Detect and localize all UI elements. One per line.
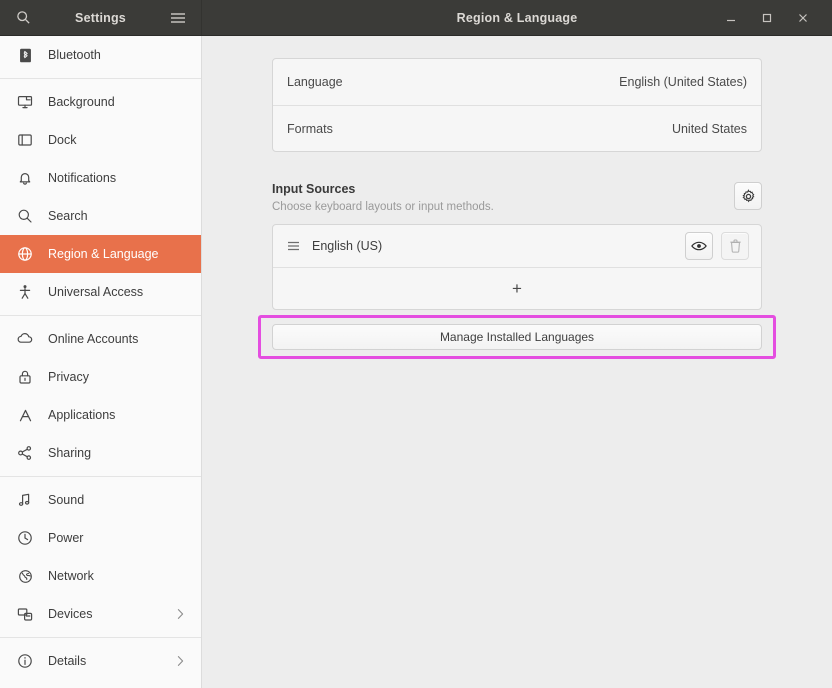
hamburger-menu-icon[interactable] — [165, 5, 191, 31]
info-icon — [16, 652, 34, 670]
search-icon — [16, 207, 34, 225]
sidebar-item-label: Universal Access — [48, 285, 144, 299]
sidebar-separator — [0, 637, 201, 638]
sound-note-icon — [16, 491, 34, 509]
input-sources-title: Input Sources — [272, 182, 356, 196]
settings-window: Settings Region & Language Bluetooth Bac… — [0, 0, 832, 688]
network-globe-icon — [16, 567, 34, 585]
sidebar-item-label: Privacy — [48, 370, 89, 384]
globe-icon — [16, 245, 34, 263]
sidebar-separator — [0, 78, 201, 79]
sidebar-item-label: Network — [48, 569, 94, 583]
eye-icon[interactable] — [685, 232, 713, 260]
devices-icon — [16, 605, 34, 623]
sidebar-item-dock[interactable]: Dock — [0, 121, 201, 159]
trash-icon[interactable] — [721, 232, 749, 260]
sidebar-item-bluetooth[interactable]: Bluetooth — [0, 36, 201, 74]
maximize-button[interactable] — [756, 7, 778, 29]
sidebar-item-sharing[interactable]: Sharing — [0, 434, 201, 472]
sidebar-separator — [0, 476, 201, 477]
window-body: Bluetooth Background Dock Notifications Sear… — [0, 36, 832, 688]
sidebar-item-devices[interactable]: Devices — [0, 595, 201, 633]
main-content: Language English (United States) Formats… — [202, 36, 832, 688]
language-value: English (United States) — [619, 75, 747, 89]
input-sources-list: English (US) + — [272, 224, 762, 310]
background-icon — [16, 93, 34, 111]
formats-value: United States — [671, 121, 747, 136]
sidebar-item-label: Dock — [48, 133, 77, 147]
manage-installed-languages-button[interactable]: Manage Installed Languages — [272, 324, 762, 350]
manage-languages-wrapper: Manage Installed Languages — [258, 315, 776, 359]
window-controls — [720, 7, 826, 29]
applications-icon — [16, 406, 34, 424]
sidebar-item-label: Bluetooth — [48, 48, 101, 62]
language-formats-card: Language English (United States) Formats… — [272, 58, 762, 152]
input-sources-header: Input Sources Choose keyboard layouts or… — [272, 182, 762, 213]
sidebar-item-sound[interactable]: Sound — [0, 481, 201, 519]
sidebar-item-notifications[interactable]: Notifications — [0, 159, 201, 197]
sidebar-item-privacy[interactable]: Privacy — [0, 358, 201, 396]
share-icon — [16, 444, 34, 462]
sidebar-item-region-language[interactable]: Region & Language — [0, 235, 201, 273]
add-input-source-button[interactable]: + — [273, 267, 761, 309]
sidebar-item-online-accounts[interactable]: Online Accounts — [0, 320, 201, 358]
sidebar-item-power[interactable]: Power — [0, 519, 201, 557]
sidebar-item-network[interactable]: Network — [0, 557, 201, 595]
sidebar-item-label: Notifications — [48, 171, 117, 185]
bell-icon — [16, 169, 34, 187]
input-source-item[interactable]: English (US) — [273, 225, 761, 267]
sidebar-item-search[interactable]: Search — [0, 197, 201, 235]
chevron-right-icon — [176, 608, 185, 620]
sidebar-item-label: Power — [48, 531, 84, 545]
gear-icon[interactable] — [734, 182, 762, 210]
sidebar-item-label: Region & Language — [48, 247, 159, 261]
sidebar-item-label: Background — [48, 95, 115, 109]
accessibility-icon — [16, 283, 34, 301]
dock-icon — [16, 131, 34, 149]
panel-header: Region & Language — [202, 0, 832, 35]
language-label: Language — [287, 75, 343, 89]
language-row[interactable]: Language English (United States) — [273, 59, 761, 105]
manage-installed-languages-label: Manage Installed Languages — [439, 330, 595, 344]
app-title: Settings — [75, 10, 126, 25]
sidebar-item-details[interactable]: Details — [0, 642, 201, 680]
lock-icon — [16, 368, 34, 386]
input-sources-subtitle: Choose keyboard layouts or input methods… — [272, 201, 494, 213]
bluetooth-icon — [16, 46, 34, 64]
sidebar-item-universal-access[interactable]: Universal Access — [0, 273, 201, 311]
sidebar-header: Settings — [0, 0, 202, 35]
drag-handle-icon[interactable] — [287, 241, 300, 251]
sidebar-item-label: Applications — [48, 408, 116, 422]
search-icon[interactable] — [10, 5, 36, 31]
minimize-button[interactable] — [720, 7, 742, 29]
sidebar-item-label: Online Accounts — [48, 332, 139, 346]
sidebar-nav: Bluetooth Background Dock Notifications Sear… — [0, 36, 202, 688]
add-input-source-label: + — [512, 279, 522, 298]
formats-label: Formats — [287, 121, 333, 136]
cloud-icon — [16, 330, 34, 348]
sidebar-item-label: Devices — [48, 607, 93, 621]
sidebar-item-applications[interactable]: Applications — [0, 396, 201, 434]
power-icon — [16, 529, 34, 547]
close-button[interactable] — [792, 7, 814, 29]
sidebar-separator — [0, 315, 201, 316]
sidebar-item-label: Sharing — [48, 446, 92, 460]
formats-row[interactable]: Formats United States — [273, 105, 761, 151]
sidebar-item-label: Search — [48, 209, 88, 223]
chevron-right-icon — [176, 655, 185, 667]
sidebar-item-label: Details — [48, 654, 87, 668]
sidebar-item-background[interactable]: Background — [0, 83, 201, 121]
title-bar: Settings Region & Language — [0, 0, 832, 36]
input-source-name: English (US) — [312, 239, 383, 253]
sidebar-item-label: Sound — [48, 493, 85, 507]
